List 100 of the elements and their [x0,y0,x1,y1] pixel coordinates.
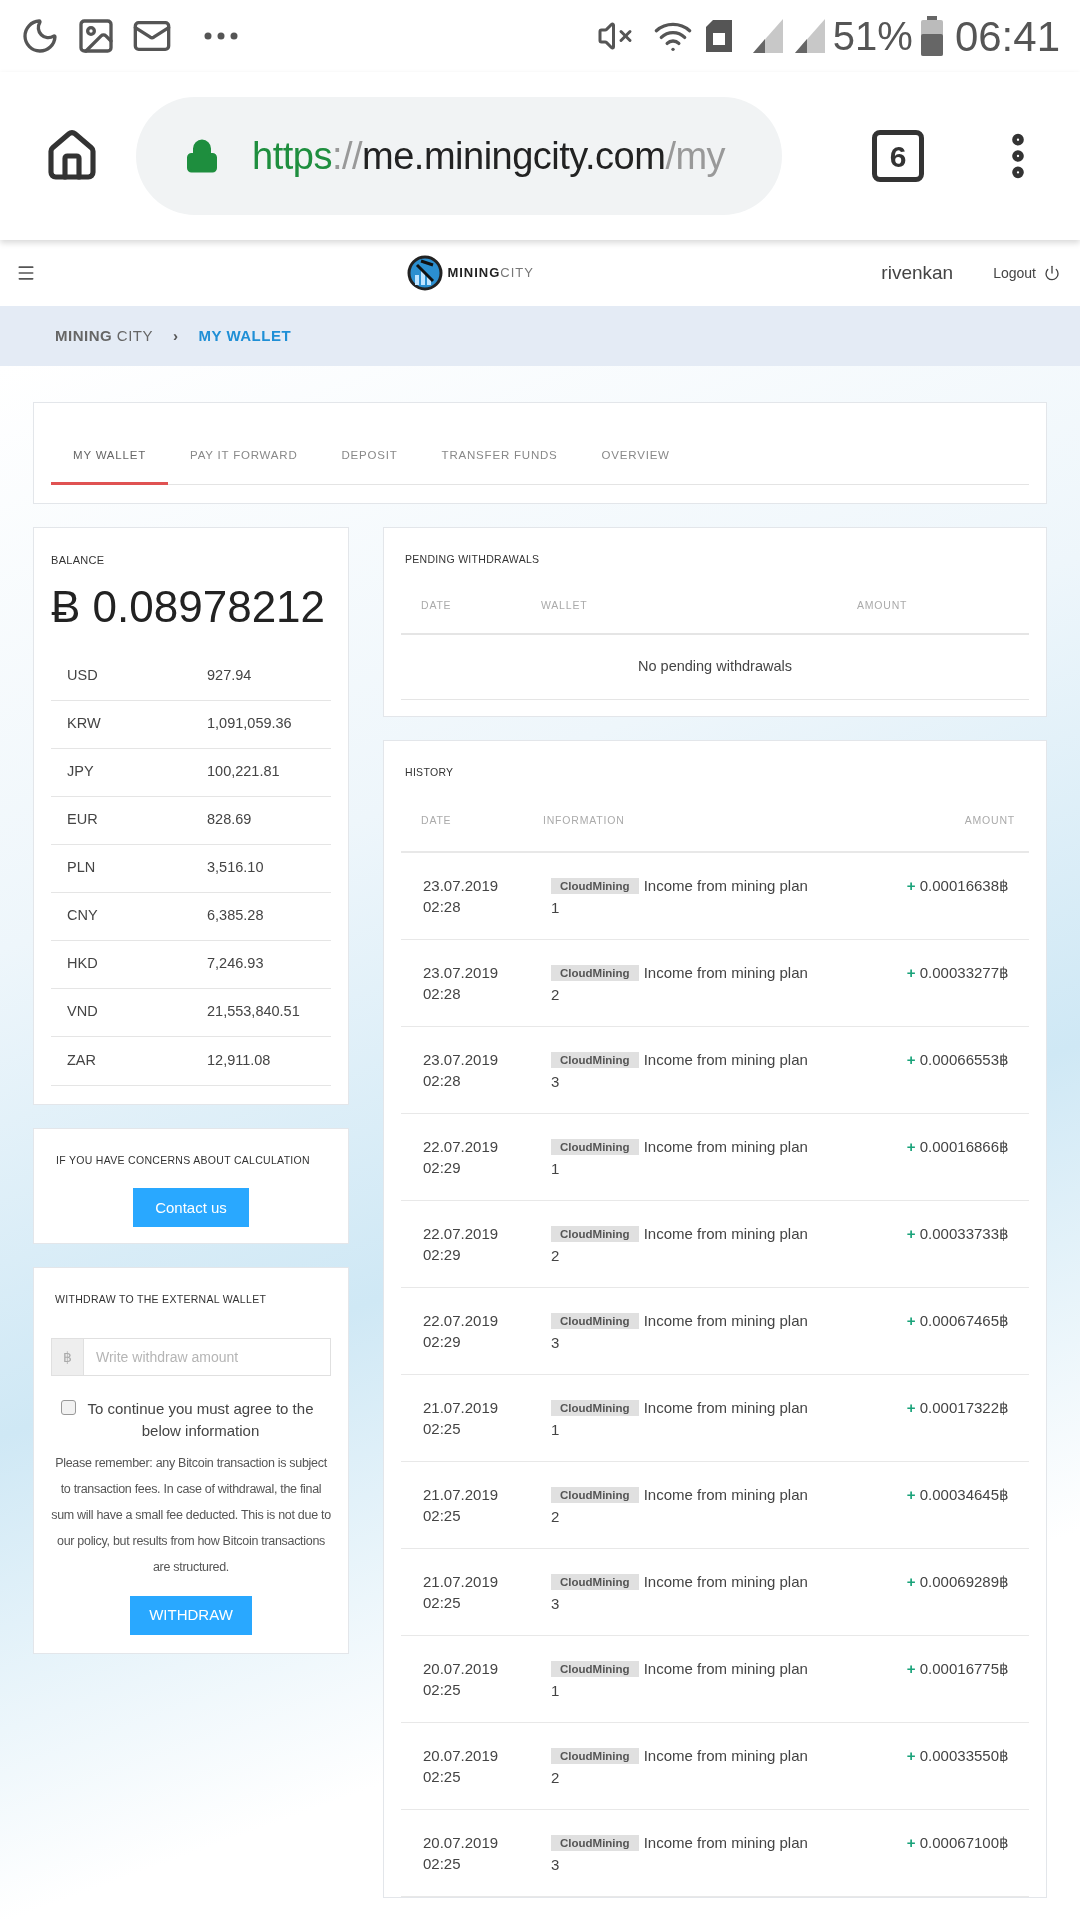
card-title: BALANCE [51,553,106,568]
tab[interactable]: PAY IT FORWARD [168,429,320,485]
url-text: https://me.miningcity.com/my [252,133,726,179]
date-cell-text: 22.07.2019 02:29 [423,1310,500,1352]
tab[interactable]: DEPOSIT [319,429,420,485]
empty-message: No pending withdrawals [401,634,1029,700]
amount-cell-text: + 0.00034645฿ [906,1484,1009,1505]
address-bar[interactable]: https://me.miningcity.com/my [136,97,782,215]
contact-us-button[interactable]: Contact us [133,1188,249,1228]
information-cell-text: CloudMining Income from mining plan 1 [551,1136,809,1179]
fee-notice: Please remember: any Bitcoin transaction is subject to transaction fees. In case of withdrawal, the final sum will have a small fee deducted. This is not due to our policy, but results from how Bitcoin transactions are structured. [51,1455,331,1576]
information-cell-text: CloudMining Income from mining plan 2 [551,1745,809,1788]
column-header: WALLET [541,597,589,613]
sim-card-icon [704,19,733,53]
date-cell-text: 23.07.2019 02:28 [423,962,500,1004]
battery-icon [920,16,943,56]
column-header: AMOUNT [964,812,1015,828]
menu-icon[interactable] [16,263,36,283]
column-header: DATE [421,597,453,613]
amount-cell-text: + 0.00069289฿ [906,1571,1009,1592]
breadcrumb-separator: › [173,325,179,346]
logo-icon [407,255,444,291]
information-cell-text: CloudMining Income from mining plan 1 [551,1658,809,1701]
currency-value: 927.94 [207,666,252,686]
currency-code: PLN [67,858,97,878]
information-cell-text: CloudMining Income from mining plan 2 [551,1223,809,1266]
moon-icon [20,16,60,56]
column-header: AMOUNT [857,597,908,613]
card-title: IF YOU HAVE CONCERNS ABOUT CALCULATION [55,1152,310,1168]
date-cell-text: 21.07.2019 02:25 [423,1571,500,1613]
amount-cell-text: + 0.00033277฿ [906,962,1009,983]
information-cell-text: CloudMining Income from mining plan 3 [551,1571,809,1614]
date-cell-text: 21.07.2019 02:25 [423,1397,500,1439]
tab[interactable]: TRANSFER FUNDS [419,429,580,485]
more-icon [204,32,238,40]
currency-code: EUR [67,810,99,830]
date-cell-text: 23.07.2019 02:28 [423,1049,500,1091]
date-cell-text: 22.07.2019 02:29 [423,1136,500,1178]
currency-value: 100,221.81 [207,762,280,782]
amount-cell-text: + 0.00033550฿ [906,1745,1009,1766]
tab-count-button[interactable]: 6 [872,130,924,182]
power-icon [1044,265,1060,281]
currency-value: 828.69 [207,810,252,830]
amount-cell-text: + 0.00016775฿ [906,1658,1009,1679]
currency-code: USD [67,666,99,686]
information-cell-text: CloudMining Income from mining plan 3 [551,1049,809,1092]
signal-icon [794,19,825,53]
battery-percent: 51% [832,13,913,60]
information-cell-text: CloudMining Income from mining plan 1 [551,875,809,918]
information-cell-text: CloudMining Income from mining plan 1 [551,1397,809,1440]
currency-code: VND [67,1002,99,1022]
amount-cell-text: + 0.00016638฿ [906,875,1009,896]
amount-cell-text: + 0.00066553฿ [906,1049,1009,1070]
logo-text: MININGCITY [447,264,534,283]
withdraw-button[interactable]: WITHDRAW [130,1596,252,1635]
currency-value: 12,911.08 [207,1050,271,1070]
column-header: DATE [421,812,453,828]
date-cell-text: 21.07.2019 02:25 [423,1484,500,1526]
currency-code: CNY [67,906,99,926]
card-title: PENDING WITHDRAWALS [404,552,541,567]
date-cell-text: 23.07.2019 02:28 [423,875,500,917]
breadcrumb-link[interactable]: MY WALLET [198,324,292,348]
currency-value: 6,385.28 [207,906,264,926]
image-icon [76,16,116,56]
amount-cell-text: + 0.00017322฿ [906,1397,1009,1418]
currency-value: 7,246.93 [207,954,264,974]
currency-code: HKD [67,954,99,974]
tab[interactable]: OVERVIEW [579,429,692,485]
currency-value: 21,553,840.51 [207,1002,300,1022]
withdraw-amount-field[interactable]: Write withdraw amount [84,1338,331,1376]
date-cell-text: 20.07.2019 02:25 [423,1832,500,1874]
balance-amount: Ƀ 0.08978212 [51,584,327,629]
currency-code: JPY [67,762,95,782]
signal-icon [752,19,783,53]
information-cell-text: CloudMining Income from mining plan 2 [551,962,809,1005]
currency-value: 3,516.10 [207,858,264,878]
card-title: HISTORY [404,764,455,780]
amount-cell-text: + 0.00067465฿ [906,1310,1009,1331]
information-cell-text: CloudMining Income from mining plan 3 [551,1832,809,1875]
breadcrumb-link[interactable]: MINING CITY [55,324,153,348]
date-cell-text: 20.07.2019 02:25 [423,1745,500,1787]
information-cell-text: CloudMining Income from mining plan 2 [551,1484,809,1527]
information-cell-text: CloudMining Income from mining plan 3 [551,1310,809,1353]
logout-button[interactable]: Logout [993,262,1060,284]
currency-value: 1,091,059.36 [207,714,292,734]
agree-checkbox[interactable] [61,1400,76,1415]
amount-cell-text: + 0.00067100฿ [906,1832,1009,1853]
currency-code: KRW [67,714,102,734]
clock-time: 06:41 [954,11,1060,62]
column-header: INFORMATION [543,812,626,828]
currency-code: ZAR [67,1050,97,1070]
username: rivenkan [881,260,954,285]
agree-label: To continue you must agree to the below information [86,1399,315,1441]
amount-cell-text: + 0.00016866฿ [906,1136,1009,1157]
card-title: WITHDRAW TO THE EXTERNAL WALLET [54,1292,267,1308]
date-cell-text: 22.07.2019 02:29 [423,1223,500,1265]
amount-cell-text: + 0.00033733฿ [906,1223,1009,1244]
date-cell-text: 20.07.2019 02:25 [423,1658,500,1700]
bitcoin-addon: ฿ [51,1338,84,1376]
tab[interactable]: MY WALLET [51,429,169,485]
